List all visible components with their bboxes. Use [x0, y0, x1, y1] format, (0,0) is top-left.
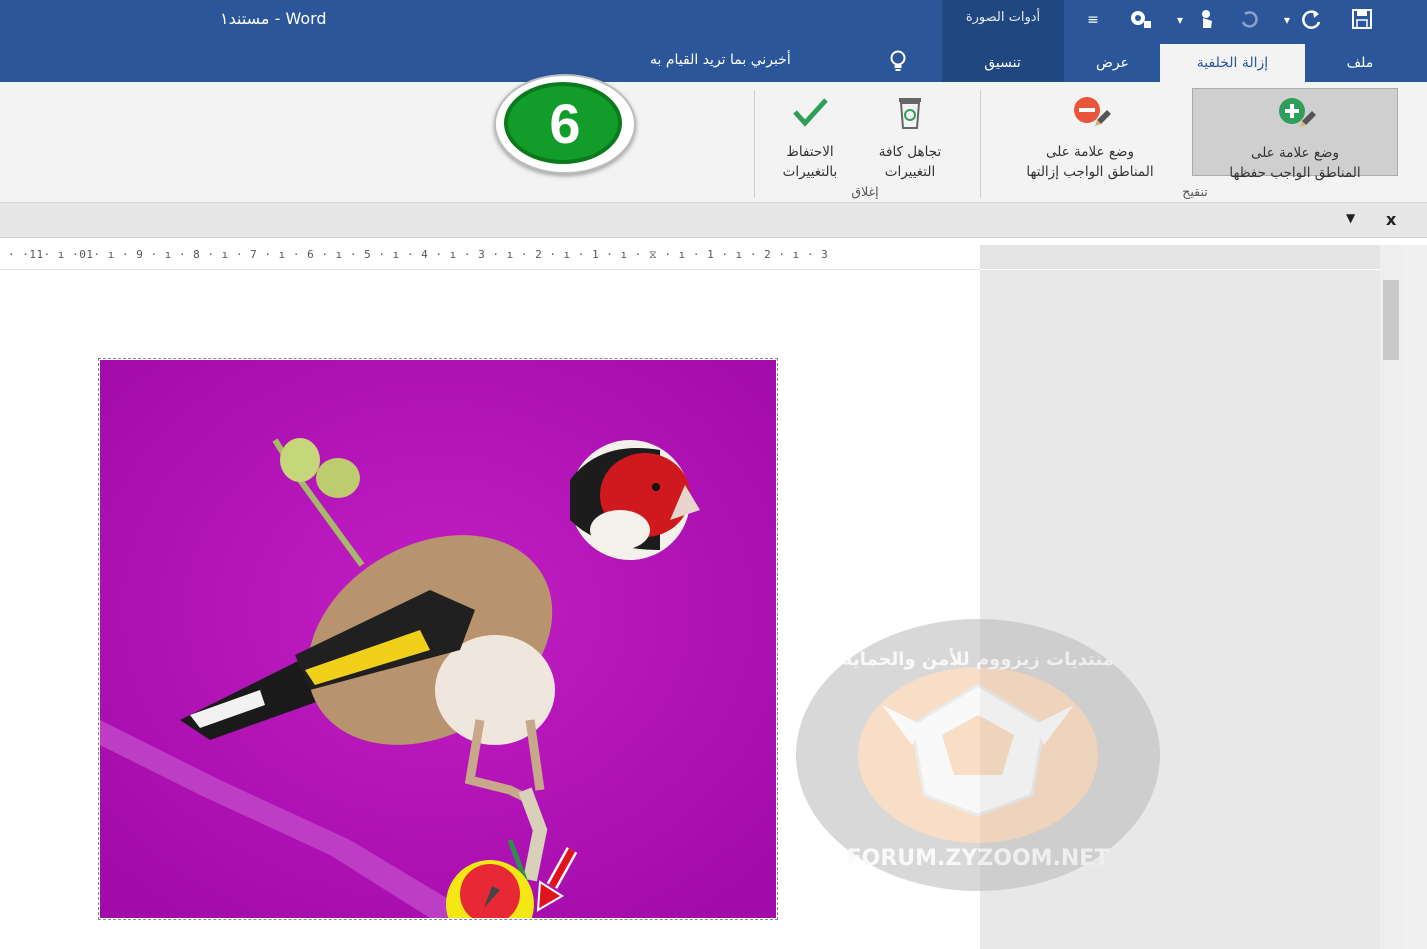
- remove-label-2: المناطق الواجب إزالتها: [1026, 164, 1154, 180]
- tell-me-box[interactable]: أخبرني بما تريد القيام به: [650, 52, 791, 68]
- redo-dropdown-icon[interactable]: ▾: [1274, 8, 1300, 32]
- document-bar: [0, 203, 1427, 238]
- discard-label-2: التغييرات: [884, 164, 936, 180]
- ruler-margin: [980, 245, 1390, 269]
- context-tab-label: أدوات الصورة: [965, 10, 1041, 25]
- remove-label-1: وضع علامة على: [1045, 144, 1135, 160]
- keep-label-1: وضع علامة على: [1250, 145, 1340, 161]
- step-number: 6: [549, 92, 581, 155]
- tab-remove-background[interactable]: إزالة الخلفية: [1160, 44, 1305, 82]
- undo-icon[interactable]: [1237, 8, 1263, 32]
- group-separator: [980, 90, 981, 198]
- save-label-2: بالتغييرات: [782, 164, 838, 180]
- vertical-ruler-highlight: [1383, 280, 1399, 360]
- bird-picture[interactable]: [100, 360, 776, 918]
- plus-pencil-icon: [1193, 93, 1397, 139]
- mark-areas-to-remove-button[interactable]: وضع علامة على المناطق الواجب إزالتها: [992, 88, 1188, 180]
- chevron-down-icon[interactable]: ▼: [1346, 211, 1355, 225]
- recycle-bin-icon: [860, 92, 960, 138]
- keep-changes-button[interactable]: الاحتفاظ بالتغييرات: [760, 88, 860, 180]
- discard-all-changes-button[interactable]: تجاهل كافة التغييرات: [860, 88, 960, 180]
- mark-areas-to-keep-button[interactable]: وضع علامة على المناطق الواجب حفظها: [1192, 88, 1398, 181]
- close-icon[interactable]: x: [1386, 210, 1396, 229]
- tab-view[interactable]: عرض: [1070, 44, 1155, 82]
- forum-watermark-logo: منتديات زيزووم للأمن والحماية FORUM.ZYZO…: [796, 619, 1160, 891]
- group-label-close: إغلاق: [851, 184, 879, 199]
- customize-qat-icon[interactable]: ≡: [1080, 8, 1106, 32]
- keep-label-2: المناطق الواجب حفظها: [1229, 165, 1361, 181]
- group-separator: [754, 90, 755, 198]
- vertical-scrollbar[interactable]: [1402, 245, 1427, 949]
- ruler-ticks: · ·11· ı ·01· ı · 9 · ı · 8 · ı · 7 · ı …: [8, 248, 829, 261]
- touch-mode-icon[interactable]: [1194, 8, 1220, 32]
- touch-dropdown-icon[interactable]: ▾: [1167, 8, 1193, 32]
- checkmark-icon: [760, 92, 860, 138]
- save-icon[interactable]: [1349, 8, 1375, 32]
- lightbulb-icon: [888, 50, 908, 74]
- annotation-arrow-icon: [536, 847, 578, 912]
- redo-icon[interactable]: [1298, 8, 1324, 32]
- tab-format[interactable]: تنسيق: [950, 44, 1055, 82]
- discard-label-1: تجاهل كافة: [878, 144, 942, 160]
- horizontal-ruler[interactable]: · ·11· ı ·01· ı · 9 · ı · 8 · ı · 7 · ı …: [0, 245, 980, 270]
- step-number-badge: 6: [494, 74, 636, 174]
- minus-pencil-icon: [992, 92, 1188, 138]
- save-label-1: الاحتفاظ: [786, 144, 834, 160]
- group-label-refine: تنقيح: [1182, 184, 1208, 199]
- picture-tools-icon[interactable]: [1126, 8, 1152, 32]
- tab-file[interactable]: ملف: [1325, 44, 1395, 82]
- watermark-text-bottom: FORUM.ZYZOOM.NET: [847, 846, 1110, 871]
- app-title: Word - مستند١: [220, 9, 327, 28]
- watermark-text-top: منتديات زيزووم للأمن والحماية: [842, 648, 1114, 670]
